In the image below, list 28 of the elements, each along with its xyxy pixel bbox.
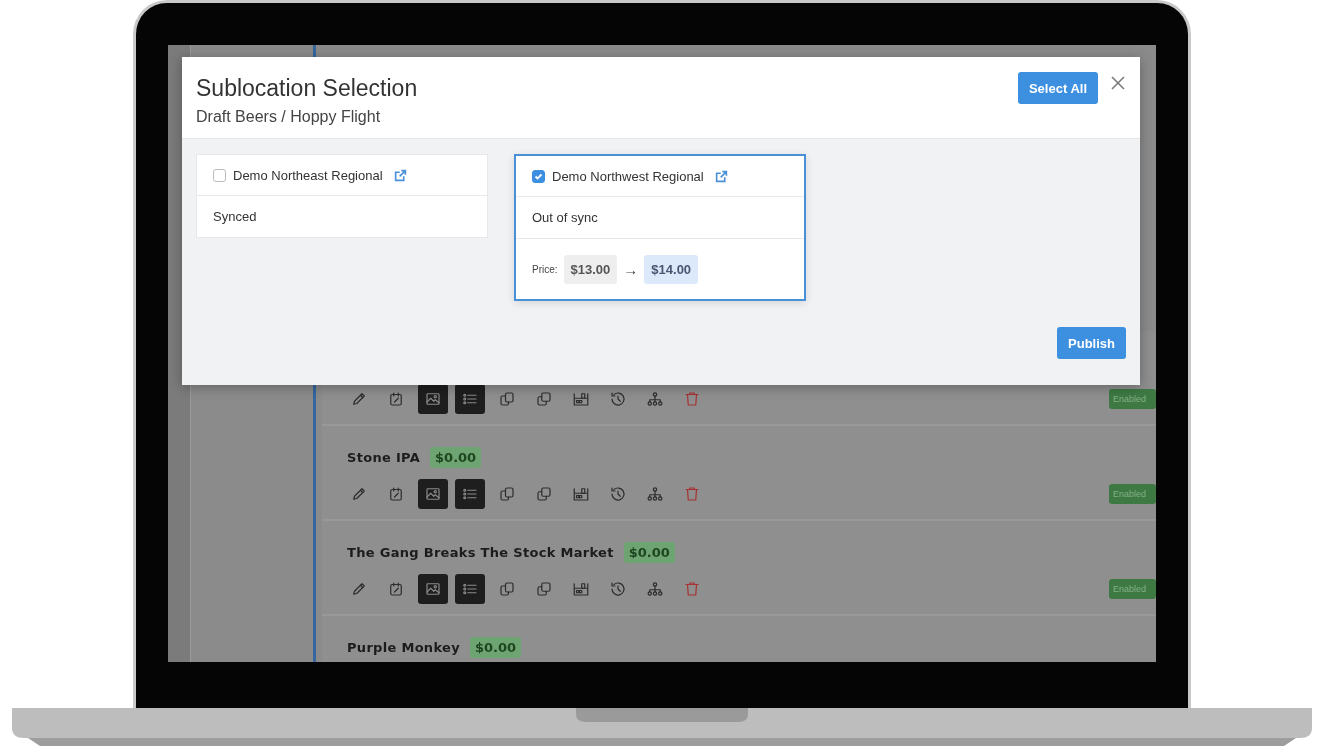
sublocation-name: Demo Northwest Regional [552, 168, 704, 184]
status-badge: Enabled [1109, 579, 1156, 599]
publish-button[interactable]: Publish [1057, 327, 1126, 359]
old-price: $13.00 [563, 254, 618, 284]
status-badge: Enabled [1109, 484, 1156, 504]
new-price: $14.00 [644, 254, 699, 284]
item-title: Purple Monkey [347, 639, 460, 655]
list-icon[interactable] [455, 384, 485, 414]
price-badge: $0.00 [430, 446, 482, 468]
image-icon[interactable] [418, 384, 448, 414]
item-title: The Gang Breaks The Stock Market [347, 544, 614, 560]
checkbox[interactable] [532, 169, 545, 183]
sync-status: Out of sync [531, 209, 599, 227]
price-badge: $0.00 [623, 541, 675, 563]
close-icon[interactable] [1110, 75, 1126, 91]
sync-status: Synced [212, 208, 258, 226]
price-badge: $0.00 [469, 636, 522, 658]
external-link-icon[interactable] [393, 168, 407, 182]
status-badge: Enabled [1109, 389, 1156, 409]
item-title: Stone IPA [347, 449, 421, 465]
arrow: → [623, 260, 639, 278]
checkbox[interactable] [213, 168, 226, 182]
select-all-button[interactable]: Select All [1017, 72, 1098, 104]
external-link-icon[interactable] [714, 169, 728, 183]
modal-title: Sublocation Selection [196, 75, 418, 102]
price-label: Price: [532, 263, 558, 275]
sublocation-name: Demo Northeast Regional [233, 167, 383, 183]
modal-subtitle: Draft Beers / Hoppy Flight [196, 108, 382, 126]
